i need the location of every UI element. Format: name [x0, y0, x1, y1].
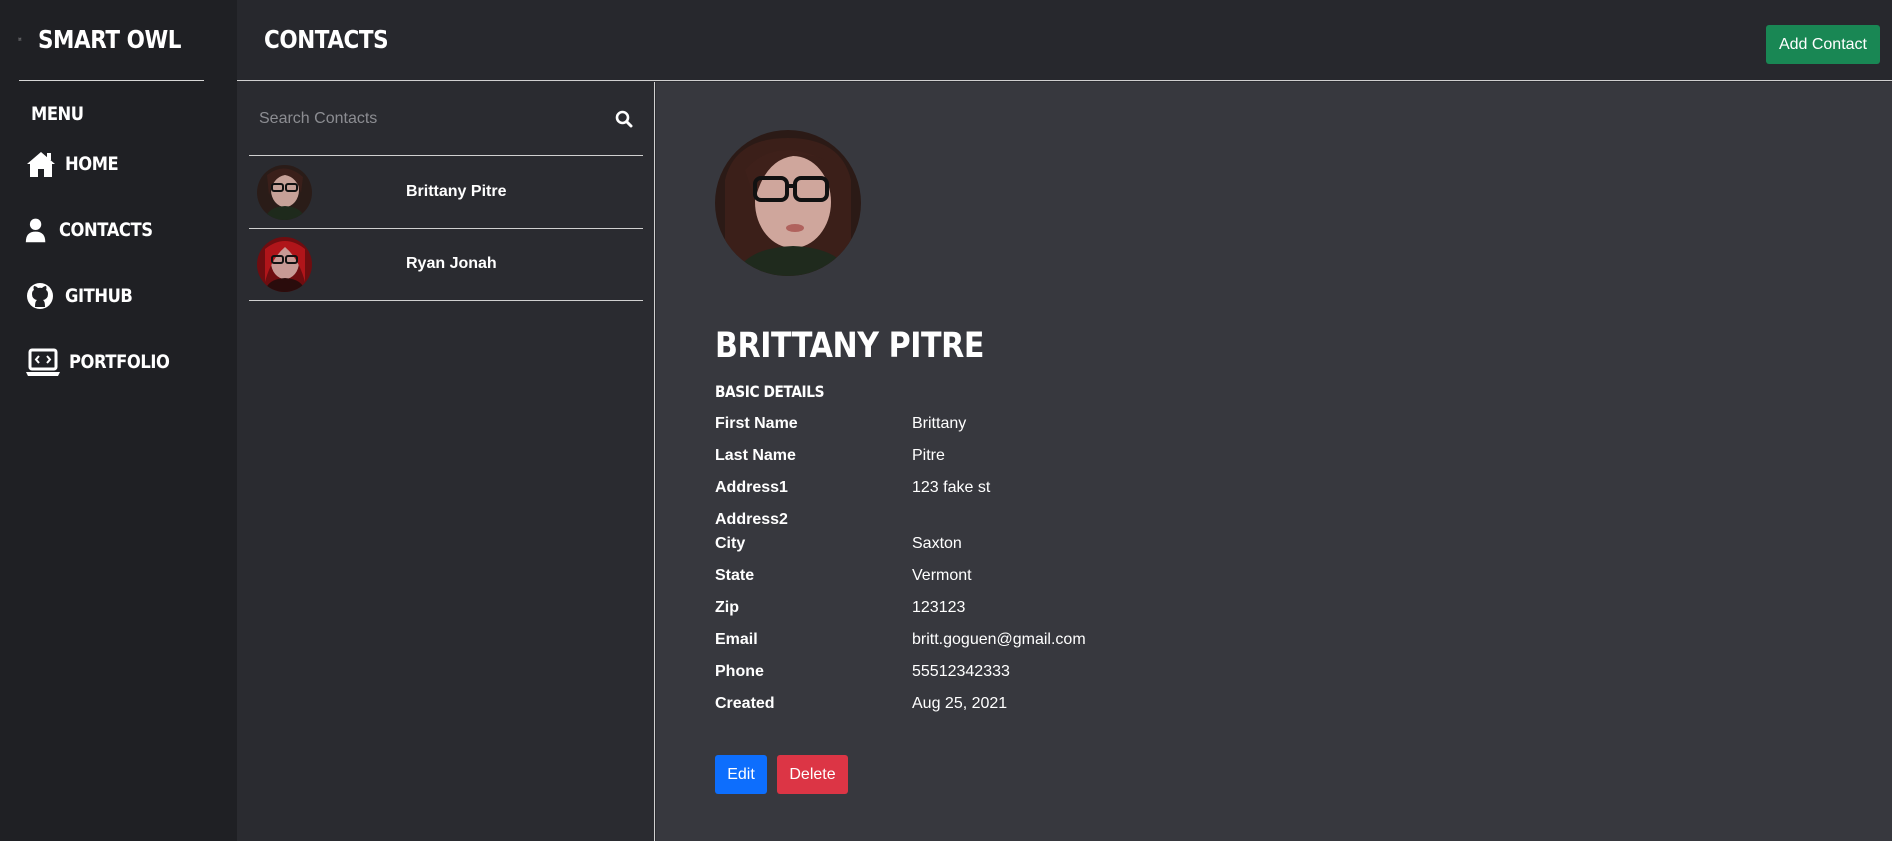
brand-name: SMART OWL	[37, 24, 182, 54]
sidebar-divider	[19, 80, 204, 81]
brand[interactable]: SMART OWL	[18, 16, 204, 62]
field-value-address1: 123 fake st	[912, 479, 991, 496]
owl-logo-icon	[18, 37, 22, 41]
field-label-address2: Address2	[715, 511, 788, 528]
menu-title: MENU	[31, 103, 84, 125]
field-value-zip: 123123	[912, 599, 966, 616]
contact-detail-panel: BRITTANY PITRE BASIC DETAILS First Name …	[656, 82, 1892, 841]
field-label-state: State	[715, 567, 755, 584]
field-value-first-name: Brittany	[912, 415, 967, 432]
edit-button[interactable]: Edit	[715, 755, 767, 794]
field-value-city: Saxton	[912, 535, 962, 552]
sidebar: SMART OWL MENU HOME CONTACTS GITHUB PORT…	[0, 0, 237, 841]
field-label-email: Email	[715, 631, 758, 648]
field-value-last-name: Pitre	[912, 447, 945, 464]
sidebar-item-label: HOME	[65, 153, 119, 175]
github-icon	[27, 283, 53, 309]
avatar-photo	[257, 165, 312, 220]
top-bar: CONTACTS Add Contact	[237, 0, 1892, 81]
sidebar-item-label: CONTACTS	[59, 219, 153, 241]
avatar	[257, 165, 312, 220]
field-label-created: Created	[715, 695, 775, 712]
sidebar-item-portfolio[interactable]: PORTFOLIO	[25, 344, 186, 380]
add-contact-button[interactable]: Add Contact	[1765, 25, 1880, 64]
contact-photo-image	[715, 130, 861, 276]
field-label-zip: Zip	[715, 599, 739, 616]
contact-list-panel: Brittany Pitre Ryan Jonah	[237, 82, 655, 841]
field-value-email: britt.goguen@gmail.com	[912, 631, 1086, 648]
field-label-last-name: Last Name	[715, 447, 796, 464]
contact-name: Brittany Pitre	[406, 183, 507, 200]
contact-list-item[interactable]: Brittany Pitre	[249, 157, 643, 229]
contact-photo	[715, 130, 861, 276]
delete-button[interactable]: Delete	[777, 755, 848, 794]
contact-name: Ryan Jonah	[406, 255, 497, 272]
sidebar-item-github[interactable]: GITHUB	[25, 278, 143, 314]
field-value-created: Aug 25, 2021	[912, 695, 1008, 712]
field-value-state: Vermont	[912, 567, 972, 584]
field-label-city: City	[715, 535, 746, 552]
search-bar	[249, 82, 643, 156]
contact-full-name: BRITTANY PITRE	[715, 326, 985, 366]
avatar-photo	[257, 237, 312, 292]
page-title: CONTACTS	[264, 25, 389, 54]
avatar	[257, 237, 312, 292]
home-icon	[27, 152, 55, 177]
field-value-phone: 55512342333	[912, 663, 1010, 680]
field-label-address1: Address1	[715, 479, 788, 496]
contact-list-item[interactable]: Ryan Jonah	[249, 229, 643, 301]
user-icon	[25, 218, 46, 243]
sidebar-item-label: GITHUB	[65, 285, 133, 307]
sidebar-item-label: PORTFOLIO	[69, 351, 170, 373]
field-label-phone: Phone	[715, 663, 764, 680]
sidebar-item-contacts[interactable]: CONTACTS	[25, 212, 168, 248]
section-title: BASIC DETAILS	[715, 382, 825, 401]
field-label-first-name: First Name	[715, 415, 798, 432]
search-icon[interactable]	[615, 110, 633, 128]
laptop-code-icon	[26, 348, 60, 376]
search-input[interactable]	[249, 98, 615, 139]
sidebar-item-home[interactable]: HOME	[25, 146, 127, 182]
